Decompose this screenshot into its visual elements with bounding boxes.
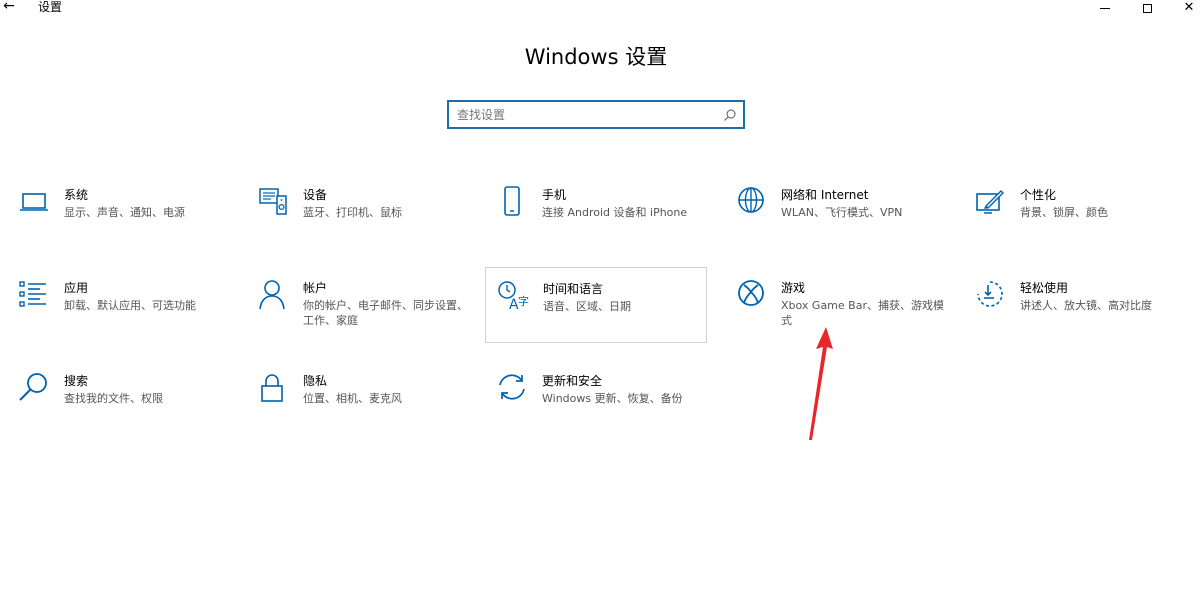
laptop-icon	[18, 186, 50, 218]
tile-description: 位置、相机、麦克风	[303, 392, 402, 405]
tile-title: 轻松使用	[1020, 281, 1069, 295]
sync-icon	[496, 372, 528, 404]
maximize-icon	[1142, 3, 1152, 13]
time-language-icon: A字	[497, 280, 529, 312]
search-input[interactable]	[457, 105, 717, 125]
tile-description: Windows 更新、恢复、备份	[542, 392, 683, 405]
tile-description: 卸载、默认应用、可选功能	[64, 299, 196, 312]
tile-title: 隐私	[303, 374, 328, 388]
globe-icon	[735, 186, 767, 218]
annotation-arrow	[809, 327, 833, 440]
page-title: Windows 设置	[524, 45, 668, 69]
tile-title: 网络和 Internet	[781, 188, 869, 202]
svg-text:字: 字	[518, 294, 529, 308]
devices-icon	[257, 186, 289, 218]
tile-description: Xbox Game Bar、捕获、游戏模式	[781, 299, 944, 327]
person-icon	[257, 279, 289, 311]
tile-title: 游戏	[781, 281, 806, 295]
tile-description: 你的帐户、电子邮件、同步设置、工作、家庭	[303, 299, 468, 327]
magnifier-icon	[18, 372, 50, 404]
tile-title: 时间和语言	[543, 282, 604, 296]
tile-description: 显示、声音、通知、电源	[64, 206, 185, 219]
tile-description: WLAN、飞行模式、VPN	[781, 206, 903, 219]
close-button[interactable]: ✕	[1166, 0, 1200, 16]
tile-description: 连接 Android 设备和 iPhone	[542, 206, 688, 219]
maximize-button[interactable]	[1124, 0, 1170, 16]
tile-apps[interactable]: 应用 卸载、默认应用、可选功能	[18, 279, 240, 355]
tile-title: 个性化	[1020, 188, 1057, 202]
tile-time-language[interactable]: A字 时间和语言 语音、区域、日期	[485, 267, 707, 343]
xbox-icon	[735, 279, 767, 311]
tile-title: 搜索	[64, 374, 89, 388]
ease-of-access-icon	[974, 279, 1006, 311]
back-arrow-icon[interactable]: ←	[0, 0, 18, 15]
tile-ease-of-access[interactable]: 轻松使用 讲述人、放大镜、高对比度	[974, 279, 1196, 355]
tile-personalization[interactable]: 个性化 背景、锁屏、颜色	[974, 186, 1196, 262]
tile-description: 蓝牙、打印机、鼠标	[303, 206, 402, 219]
tile-title: 设备	[303, 188, 328, 202]
tile-title: 应用	[64, 281, 89, 295]
search-box[interactable]	[447, 100, 745, 129]
close-icon: ✕	[1183, 0, 1195, 15]
tile-phone[interactable]: 手机 连接 Android 设备和 iPhone	[496, 186, 718, 262]
tile-description: 查找我的文件、权限	[64, 392, 163, 405]
apps-list-icon	[18, 279, 50, 311]
tile-description: 背景、锁屏、颜色	[1020, 206, 1108, 219]
search-icon[interactable]	[723, 108, 737, 122]
title-bar: ← 设置 ✕	[0, 0, 1200, 16]
tile-title: 手机	[542, 188, 567, 202]
tile-accounts[interactable]: 帐户 你的帐户、电子邮件、同步设置、工作、家庭	[257, 279, 479, 355]
tile-gaming[interactable]: 游戏 Xbox Game Bar、捕获、游戏模式	[735, 279, 957, 355]
tile-system[interactable]: 系统 显示、声音、通知、电源	[18, 186, 240, 262]
minimize-button[interactable]	[1082, 0, 1128, 16]
tile-title: 系统	[64, 188, 89, 202]
tile-title: 更新和安全	[542, 374, 603, 388]
phone-icon	[496, 186, 528, 218]
window-title: 设置	[38, 0, 63, 14]
lock-icon	[257, 372, 289, 404]
paint-icon	[974, 186, 1006, 218]
tile-network[interactable]: 网络和 Internet WLAN、飞行模式、VPN	[735, 186, 957, 262]
tile-devices[interactable]: 设备 蓝牙、打印机、鼠标	[257, 186, 479, 262]
tile-privacy[interactable]: 隐私 位置、相机、麦克风	[257, 372, 479, 448]
tile-search[interactable]: 搜索 查找我的文件、权限	[18, 372, 240, 448]
tile-description: 语音、区域、日期	[543, 300, 631, 313]
tile-update-security[interactable]: 更新和安全 Windows 更新、恢复、备份	[496, 372, 718, 448]
minimize-icon	[1100, 7, 1110, 9]
tile-description: 讲述人、放大镜、高对比度	[1020, 299, 1152, 312]
tile-title: 帐户	[303, 281, 328, 295]
